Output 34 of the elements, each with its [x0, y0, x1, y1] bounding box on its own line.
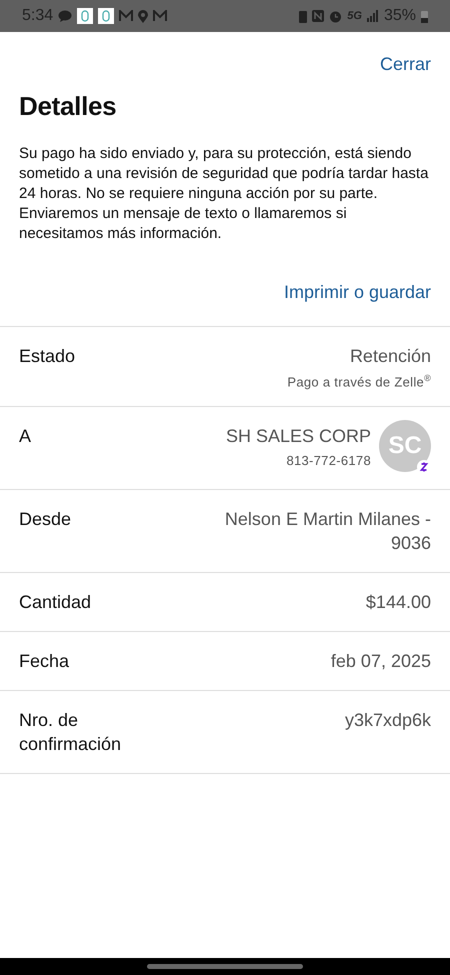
zelle-badge-icon — [417, 460, 431, 474]
message-text: Su pago ha sido enviado y, para su protección, está siendo sometido a una revisión de seguridad que podría tardar hasta 24 horas. No se requiere ninguna acción por su parte. Enviaremos un mensaje de texto o llamaremos si necesitamos más información. — [19, 144, 430, 244]
mail-icon — [119, 10, 134, 22]
battery-percent: 35% — [384, 7, 416, 25]
detail-value: $144.00 — [366, 591, 431, 614]
battery-saver-icon — [299, 10, 308, 22]
location-icon — [138, 10, 148, 22]
detail-note: Pago a través de Zelle$^{®}$ — [287, 373, 431, 390]
phone-number: 813-772-6178 — [286, 453, 371, 468]
signal-icon — [366, 10, 379, 22]
detail-label: Nro. de confirmación — [19, 709, 122, 756]
detail-value: Retención — [350, 345, 431, 368]
clock: 5:34 — [22, 7, 54, 25]
detail-value: feb 07, 2025 — [330, 650, 431, 674]
detail-value: Nelson E Martin Milanes - 9036 — [224, 508, 431, 556]
chat-icon — [58, 10, 72, 22]
print-link[interactable]: Imprimir o guardar — [284, 282, 431, 326]
home-handle[interactable] — [147, 964, 303, 969]
detail-value: y3k7xdp6k — [344, 709, 431, 732]
network-label: 5G — [347, 10, 362, 22]
app-icon — [77, 8, 94, 24]
battery-icon — [421, 10, 428, 22]
page-title: Detalles — [19, 91, 118, 122]
alarm-icon — [329, 10, 342, 22]
detail-label: Estado — [19, 345, 76, 368]
mail-icon — [153, 10, 168, 22]
app-icon — [98, 8, 114, 24]
detail-label: A — [19, 425, 32, 448]
close-link[interactable]: Cerrar — [380, 54, 431, 75]
detail-label: Fecha — [19, 650, 70, 674]
detail-label: Desde — [19, 508, 72, 532]
detail-value: SH SALES CORP — [226, 425, 371, 448]
detail-label: Cantidad — [19, 591, 92, 614]
nfc-icon — [312, 10, 324, 22]
